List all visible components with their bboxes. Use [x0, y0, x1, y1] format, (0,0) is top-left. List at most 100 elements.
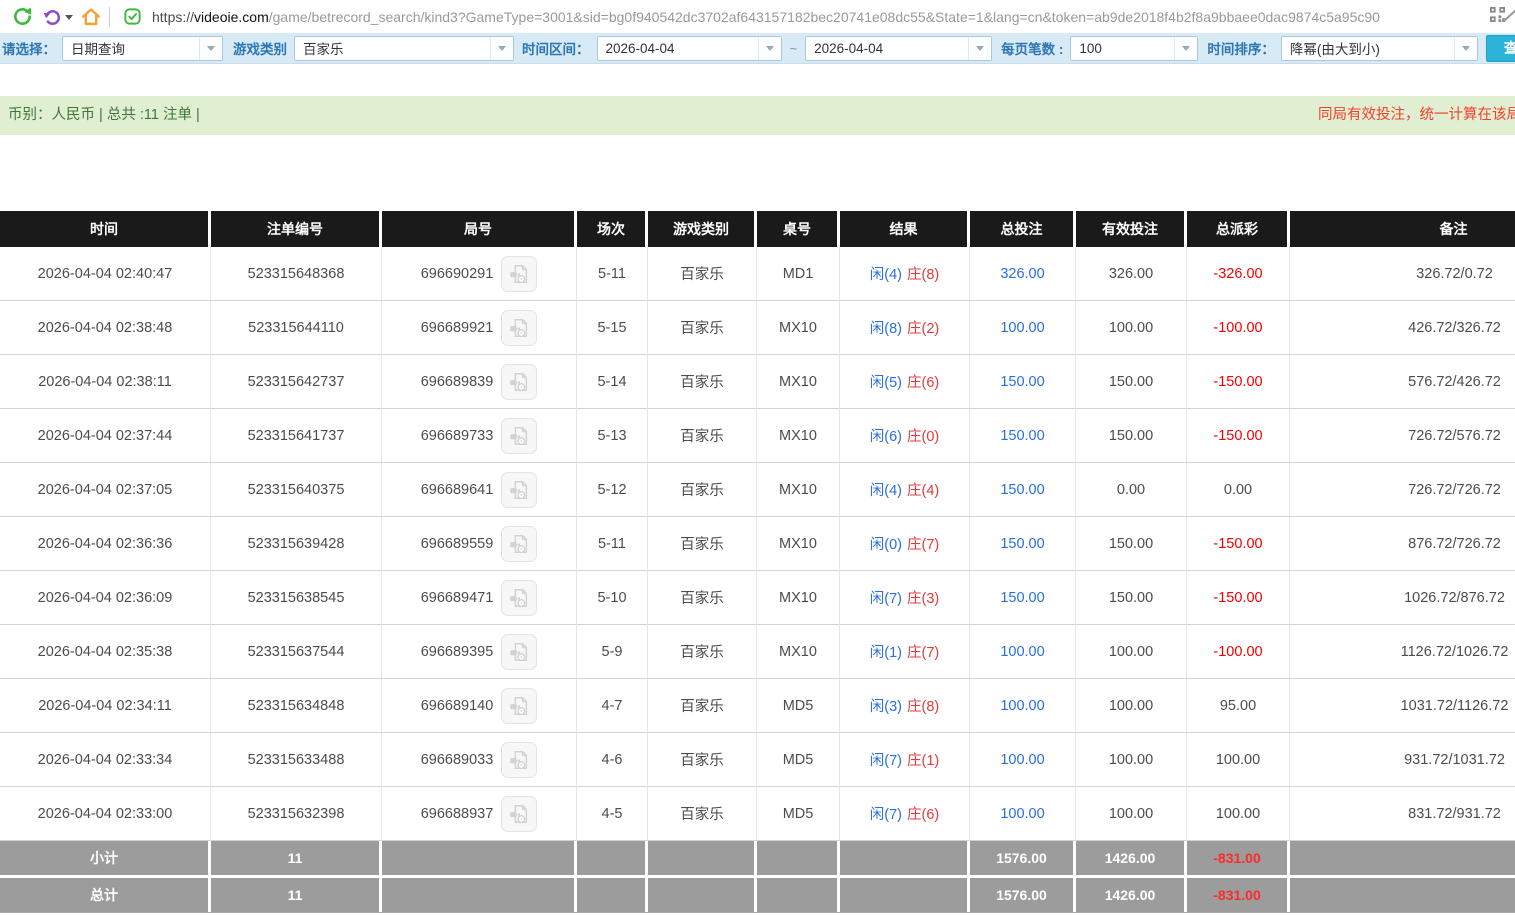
cell-total-bet[interactable]: 100.00	[970, 301, 1076, 355]
header-cell: 场次	[577, 211, 648, 247]
chevron-down-icon[interactable]	[1174, 36, 1198, 60]
game-type-select[interactable]: 百家乐	[294, 35, 514, 61]
cell-bet-id: 523315638545	[211, 571, 382, 625]
footer-empty	[382, 878, 577, 912]
search-button[interactable]: 查询	[1485, 34, 1515, 62]
result-player: 闲(6)	[869, 429, 902, 445]
cell-round-id: 696689033	[382, 733, 577, 787]
result-banker: 庄(4)	[907, 483, 940, 499]
cell-total-bet[interactable]: 150.00	[970, 463, 1076, 517]
chevron-down-icon[interactable]	[968, 36, 992, 60]
video-replay-button[interactable]	[501, 633, 538, 670]
cell-total-bet[interactable]: 150.00	[970, 571, 1076, 625]
sort-value: 降幂(由大到小)	[1289, 42, 1380, 57]
address-bar[interactable]: https://videoie.com/game/betrecord_searc…	[152, 9, 1484, 25]
cell-table-no: MX10	[757, 301, 840, 355]
refresh-icon[interactable]	[10, 5, 34, 29]
cell-time: 2026-04-04 02:38:11	[0, 355, 211, 409]
footer-empty	[648, 841, 757, 875]
table-row: 2026-04-04 02:38:11 523315642737 6966898…	[0, 355, 1515, 409]
cell-result: 闲(1) 庄(7)	[840, 625, 970, 679]
chevron-down-icon[interactable]	[199, 36, 222, 60]
cell-table-no: MD5	[757, 679, 840, 733]
home-icon[interactable]	[79, 5, 103, 29]
cell-remark: 931.72/1031.72	[1290, 733, 1515, 787]
query-type-select[interactable]: 日期查询	[62, 35, 223, 61]
cell-result: 闲(7) 庄(6)	[840, 787, 970, 841]
round-id-text: 696688937	[420, 805, 494, 822]
chevron-down-icon[interactable]	[757, 36, 781, 60]
back-dropdown-caret[interactable]	[65, 15, 73, 20]
video-replay-button[interactable]	[501, 255, 538, 292]
cell-total-bet[interactable]: 100.00	[970, 625, 1076, 679]
cell-total-bet[interactable]: 150.00	[970, 409, 1076, 463]
browser-toolbar: https://videoie.com/game/betrecord_searc…	[0, 0, 1515, 33]
date-from-select[interactable]: 2026-04-04	[596, 35, 782, 61]
header-cell: 时间	[0, 211, 211, 247]
cell-payout: -150.00	[1187, 571, 1290, 625]
cell-time: 2026-04-04 02:36:36	[0, 517, 211, 571]
game-type-label: 游戏类别	[233, 42, 287, 57]
cell-result: 闲(4) 庄(4)	[840, 463, 970, 517]
back-icon[interactable]	[40, 5, 64, 29]
video-replay-button[interactable]	[501, 741, 538, 778]
result-banker: 庄(6)	[907, 375, 940, 391]
cell-round-id: 696688937	[382, 787, 577, 841]
round-id-text: 696689033	[420, 751, 494, 768]
video-replay-button[interactable]	[501, 525, 538, 562]
cell-payout: 100.00	[1187, 787, 1290, 841]
sort-select[interactable]: 降幂(由大到小)	[1280, 35, 1478, 61]
cell-bet-id: 523315641737	[211, 409, 382, 463]
cell-remark: 1126.72/1026.72	[1290, 625, 1515, 679]
page-size-select[interactable]: 100	[1070, 35, 1199, 61]
cell-bet-id: 523315637544	[211, 625, 382, 679]
table-footer-row: 总计 11 1576.00 1426.00 -831.00	[0, 878, 1515, 913]
video-replay-button[interactable]	[501, 795, 538, 832]
cell-valid-bet: 150.00	[1076, 517, 1187, 571]
cell-bet-id: 523315634848	[211, 679, 382, 733]
cell-game-type: 百家乐	[648, 355, 757, 409]
round-id-text: 696689839	[420, 373, 494, 390]
footer-empty	[757, 878, 840, 912]
cell-total-bet[interactable]: 150.00	[970, 517, 1076, 571]
cell-game-type: 百家乐	[648, 679, 757, 733]
secure-shield-icon[interactable]	[120, 5, 144, 29]
cell-session: 5-9	[577, 625, 648, 679]
cell-total-bet[interactable]: 100.00	[970, 679, 1076, 733]
cell-total-bet[interactable]: 150.00	[970, 355, 1076, 409]
cell-time: 2026-04-04 02:38:48	[0, 301, 211, 355]
bet-record-table: 时间 注单编号 局号 场次 游戏类别 桌号 结果 总投注 有效投注 总派彩 备注 2026-04-0…	[0, 211, 1515, 913]
query-type-value: 日期查询	[71, 42, 125, 57]
video-replay-button[interactable]	[501, 579, 538, 616]
round-id-text: 696689733	[420, 427, 494, 444]
result-player: 闲(3)	[869, 699, 902, 715]
video-replay-button[interactable]	[501, 471, 538, 508]
video-replay-button[interactable]	[501, 417, 538, 454]
cell-table-no: MX10	[757, 625, 840, 679]
date-to-select[interactable]: 2026-04-04	[805, 35, 993, 61]
video-replay-button[interactable]	[501, 309, 538, 346]
chevron-down-icon[interactable]	[490, 36, 513, 60]
cell-result: 闲(7) 庄(1)	[840, 733, 970, 787]
chevron-down-icon[interactable]	[1453, 36, 1477, 60]
cell-total-bet[interactable]: 326.00	[970, 247, 1076, 301]
date-to-value: 2026-04-04	[814, 40, 884, 56]
cell-result: 闲(3) 庄(8)	[840, 679, 970, 733]
table-row: 2026-04-04 02:33:34 523315633488 6966890…	[0, 733, 1515, 787]
cell-round-id: 696689140	[382, 679, 577, 733]
cell-total-bet[interactable]: 100.00	[970, 733, 1076, 787]
cell-result: 闲(5) 庄(6)	[840, 355, 970, 409]
video-replay-button[interactable]	[501, 363, 538, 400]
round-id-text: 696689471	[420, 589, 494, 606]
url-path: /game/betrecord_search/kind3?GameType=30…	[268, 8, 1380, 25]
cell-table-no: MD5	[757, 787, 840, 841]
video-replay-button[interactable]	[501, 687, 538, 724]
header-cell: 结果	[840, 211, 970, 247]
table-body: 2026-04-04 02:40:47 523315648368 6966902…	[0, 247, 1515, 841]
clipped-toolbar-icon	[1503, 8, 1515, 24]
cell-table-no: MX10	[757, 517, 840, 571]
page-size-value: 100	[1079, 40, 1102, 56]
round-id-text: 696689140	[420, 697, 494, 714]
cell-total-bet[interactable]: 100.00	[970, 787, 1076, 841]
table-row: 2026-04-04 02:40:47 523315648368 6966902…	[0, 247, 1515, 301]
